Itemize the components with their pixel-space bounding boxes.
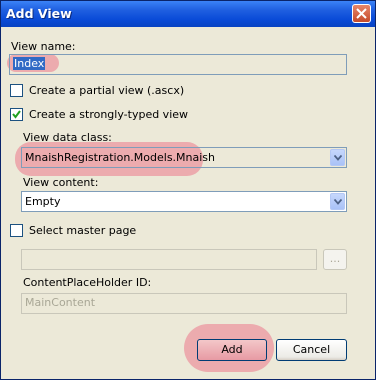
view-content-select[interactable]: Empty bbox=[21, 191, 347, 212]
add-view-dialog: Add View View name: Index Create a parti… bbox=[0, 0, 376, 380]
chevron-down-icon bbox=[334, 155, 342, 161]
view-name-value: Index bbox=[13, 57, 46, 70]
view-content-dropdown-button[interactable] bbox=[330, 193, 345, 210]
view-data-class-value: MnaishRegistration.Models.Mnaish bbox=[25, 151, 216, 164]
placeholder-id-label: ContentPlaceHolder ID: bbox=[23, 276, 152, 289]
placeholder-id-input[interactable]: MainContent bbox=[21, 293, 347, 314]
view-name-input[interactable]: Index bbox=[9, 54, 347, 75]
cancel-button-label: Cancel bbox=[292, 343, 331, 356]
add-button-label: Add bbox=[221, 343, 243, 356]
browse-label: ... bbox=[329, 252, 341, 265]
partial-view-checkbox[interactable] bbox=[10, 84, 23, 97]
master-page-checkbox[interactable] bbox=[10, 224, 23, 237]
master-page-label: Select master page bbox=[29, 224, 137, 237]
close-button[interactable] bbox=[352, 4, 371, 23]
partial-view-label: Create a partial view (.ascx) bbox=[29, 84, 185, 97]
placeholder-id-value: MainContent bbox=[25, 296, 96, 309]
cancel-button[interactable]: Cancel bbox=[276, 339, 347, 361]
close-icon bbox=[356, 8, 367, 19]
dialog-title: Add View bbox=[6, 6, 72, 21]
checkmark-icon bbox=[12, 110, 21, 119]
title-bar[interactable]: Add View bbox=[1, 1, 375, 27]
view-content-label: View content: bbox=[23, 176, 99, 189]
master-page-path-input[interactable] bbox=[21, 249, 317, 270]
view-data-class-select[interactable]: MnaishRegistration.Models.Mnaish bbox=[21, 147, 347, 168]
strongly-typed-label: Create a strongly-typed view bbox=[29, 108, 189, 121]
browse-button[interactable]: ... bbox=[323, 249, 347, 270]
view-content-value: Empty bbox=[25, 195, 61, 208]
chevron-down-icon bbox=[334, 199, 342, 205]
add-button[interactable]: Add bbox=[197, 339, 267, 361]
view-name-label: View name: bbox=[11, 40, 76, 53]
strongly-typed-checkbox[interactable] bbox=[10, 108, 23, 121]
view-data-class-dropdown-button[interactable] bbox=[330, 149, 345, 166]
